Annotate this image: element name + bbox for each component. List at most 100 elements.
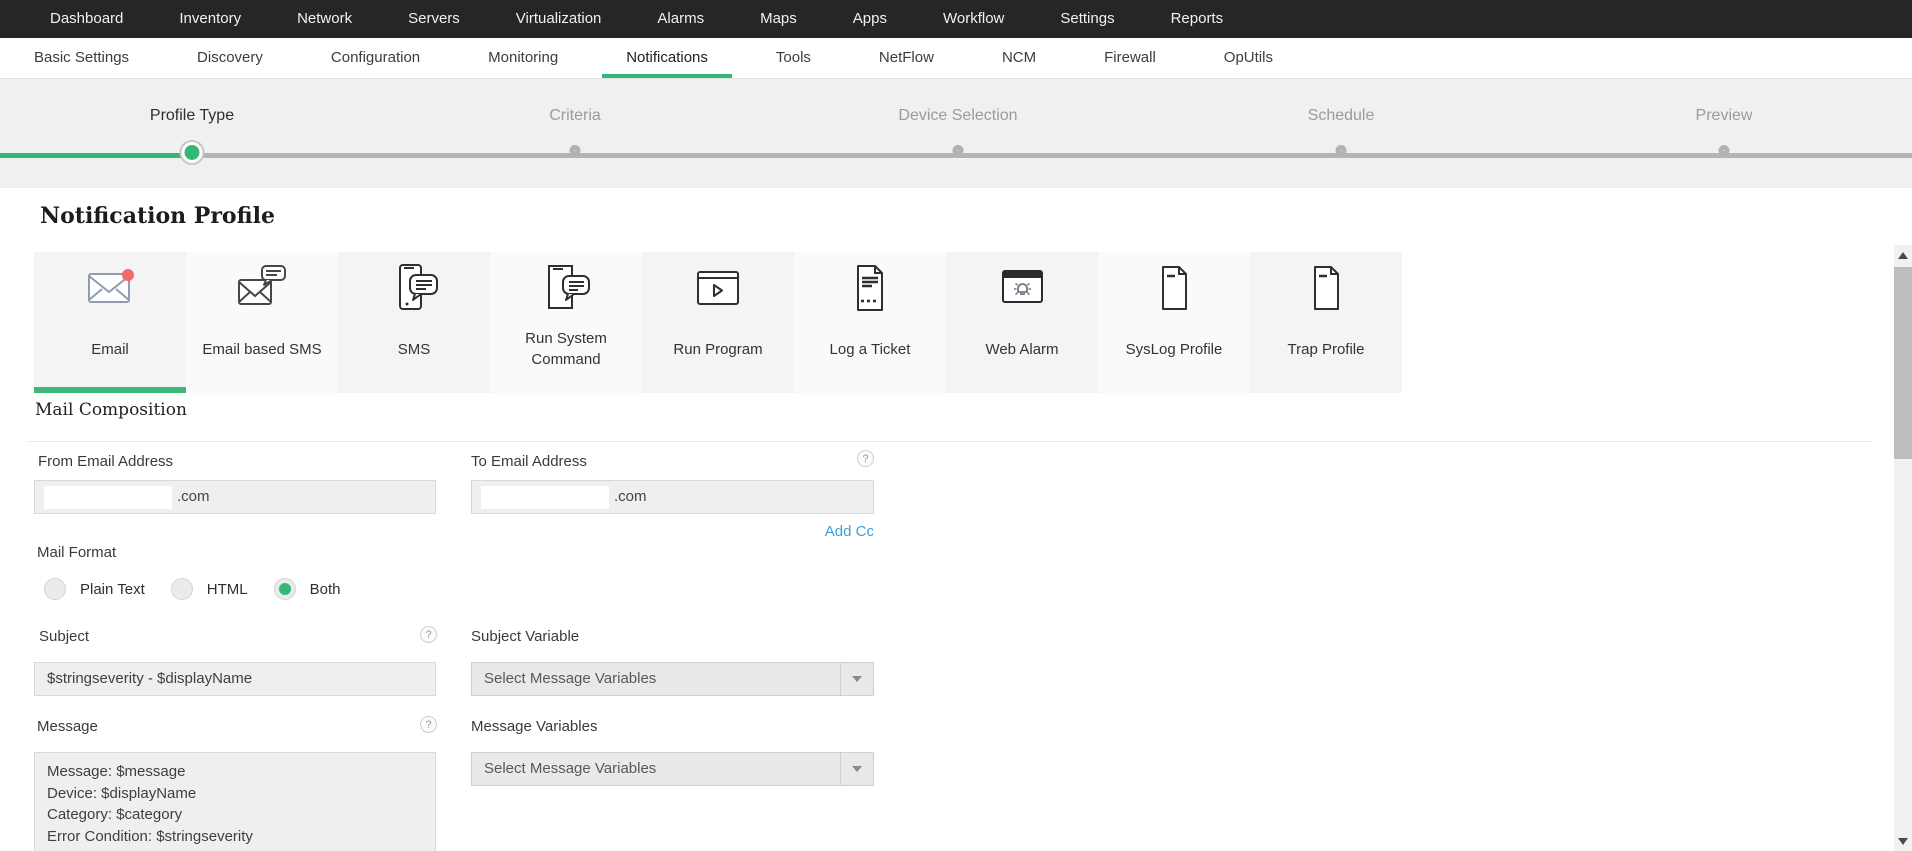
- tile-label: Web Alarm: [985, 340, 1059, 358]
- add-cc-link[interactable]: Add Cc: [471, 523, 874, 540]
- subject-variable-dropdown[interactable]: Select Message Variables: [471, 662, 874, 696]
- syslog-profile-icon: [1098, 260, 1250, 316]
- radio-both[interactable]: [273, 578, 296, 600]
- sub-nav-item-oputils[interactable]: OpUtils: [1190, 38, 1307, 78]
- sub-nav-item-ncm[interactable]: NCM: [968, 38, 1070, 78]
- tile-label: Email: [91, 340, 129, 358]
- sub-nav-item-configuration[interactable]: Configuration: [297, 38, 454, 78]
- message-line: Error Condition: $stringseverity: [47, 827, 253, 845]
- radio-html-label: HTML: [206, 580, 248, 598]
- top-nav-item-workflow[interactable]: Workflow: [915, 0, 1032, 38]
- page-title: Notification Profile: [40, 203, 275, 229]
- subject-input[interactable]: $stringseverity - $displayName: [34, 662, 436, 696]
- redacted-to-email-value: [481, 486, 609, 509]
- message-variables-dropdown[interactable]: Select Message Variables: [471, 752, 874, 786]
- tile-email-based-sms[interactable]: Email based SMS: [186, 252, 338, 393]
- top-nav-item-network[interactable]: Network: [269, 0, 380, 38]
- sub-nav-item-discovery[interactable]: Discovery: [163, 38, 297, 78]
- sub-nav-item-monitoring[interactable]: Monitoring: [454, 38, 592, 78]
- chevron-down-icon[interactable]: [840, 753, 873, 785]
- profile-type-tiles: Email Email based SMS SMS Run System Com…: [34, 252, 1402, 393]
- sub-nav-item-basic-settings[interactable]: Basic Settings: [0, 38, 163, 78]
- top-nav-item-reports[interactable]: Reports: [1143, 0, 1252, 38]
- subject-help-icon[interactable]: ?: [420, 626, 437, 643]
- subject-variable-label: Subject Variable: [471, 628, 580, 645]
- message-help-icon[interactable]: ?: [420, 716, 437, 733]
- run-system-command-icon: [490, 260, 642, 316]
- tile-trap-profile[interactable]: Trap Profile: [1250, 252, 1402, 393]
- sms-icon: [338, 260, 490, 316]
- tile-run-program[interactable]: Run Program: [642, 252, 794, 393]
- step-criteria[interactable]: Criteria: [445, 79, 705, 156]
- step-label: Device Selection: [898, 107, 1018, 124]
- radio-plain-text[interactable]: [44, 578, 66, 600]
- step-dot-icon: [1718, 145, 1730, 156]
- message-variables-label: Message Variables: [471, 718, 598, 735]
- tile-label: Email based SMS: [202, 340, 322, 358]
- message-line: Category: $category: [47, 806, 183, 823]
- tile-label: Log a Ticket: [829, 340, 911, 358]
- to-email-label: To Email Address: [471, 453, 587, 470]
- stepper-progress-line: [0, 153, 192, 158]
- step-device-selection[interactable]: Device Selection: [828, 79, 1088, 156]
- scroll-up-arrow-icon[interactable]: [1894, 247, 1912, 263]
- chevron-down-icon[interactable]: [840, 663, 873, 695]
- radio-plain-text-label: Plain Text: [80, 580, 145, 598]
- radio-html[interactable]: [170, 578, 193, 600]
- step-dot-icon: [952, 145, 964, 156]
- message-textarea[interactable]: Message: $message Device: $displayName C…: [34, 752, 436, 851]
- step-preview[interactable]: Preview: [1594, 79, 1854, 156]
- message-variables-dropdown-value: Select Message Variables: [484, 760, 657, 777]
- message-label: Message: [37, 718, 98, 735]
- step-profile-type[interactable]: Profile Type: [62, 79, 322, 163]
- sub-nav-item-notifications[interactable]: Notifications: [592, 38, 742, 78]
- tile-sms[interactable]: SMS: [338, 252, 490, 393]
- redacted-from-email-value: [44, 486, 172, 509]
- tile-label: SysLog Profile: [1125, 340, 1223, 358]
- to-email-suffix: .com: [614, 488, 647, 505]
- trap-profile-icon: [1250, 260, 1402, 316]
- scrollbar-thumb[interactable]: [1894, 267, 1912, 459]
- notification-profile-page: Dashboard Inventory Network Servers Virt…: [0, 0, 1912, 851]
- message-line: Device: $displayName: [47, 784, 197, 802]
- section-title-mail-composition: Mail Composition: [35, 400, 187, 420]
- vertical-scrollbar[interactable]: [1894, 245, 1912, 851]
- step-schedule[interactable]: Schedule: [1211, 79, 1471, 156]
- message-line: Message: $message: [47, 763, 186, 780]
- subject-label: Subject: [39, 628, 90, 645]
- top-nav-item-inventory[interactable]: Inventory: [151, 0, 269, 38]
- top-nav-item-maps[interactable]: Maps: [732, 0, 825, 38]
- mail-format-label: Mail Format: [37, 544, 117, 561]
- sub-nav-item-netflow[interactable]: NetFlow: [845, 38, 968, 78]
- step-dot-active-icon: [181, 142, 203, 163]
- scroll-down-arrow-icon[interactable]: [1894, 833, 1912, 849]
- step-dot-icon: [1335, 145, 1347, 156]
- mail-format-radio-group: Plain Text HTML Both: [44, 578, 366, 600]
- top-nav-item-dashboard[interactable]: Dashboard: [22, 0, 151, 38]
- top-nav-item-settings[interactable]: Settings: [1032, 0, 1142, 38]
- tile-syslog-profile[interactable]: SysLog Profile: [1098, 252, 1250, 393]
- top-nav-item-apps[interactable]: Apps: [825, 0, 915, 38]
- to-email-help-icon[interactable]: ?: [857, 450, 874, 467]
- from-email-input[interactable]: .com: [34, 480, 436, 514]
- email-icon: [34, 260, 186, 316]
- section-divider: [28, 441, 1872, 442]
- step-label: Criteria: [549, 107, 601, 124]
- tile-label: Trap Profile: [1287, 340, 1365, 358]
- tile-web-alarm[interactable]: Web Alarm: [946, 252, 1098, 393]
- tile-run-system-command[interactable]: Run System Command: [490, 252, 642, 393]
- top-nav: Dashboard Inventory Network Servers Virt…: [0, 0, 1912, 38]
- step-label: Schedule: [1307, 107, 1375, 124]
- sub-nav-item-firewall[interactable]: Firewall: [1070, 38, 1190, 78]
- run-program-icon: [642, 260, 794, 316]
- step-dot-icon: [569, 145, 581, 156]
- tile-log-a-ticket[interactable]: Log a Ticket: [794, 252, 946, 393]
- log-ticket-icon: [794, 260, 946, 316]
- top-nav-item-virtualization[interactable]: Virtualization: [488, 0, 630, 38]
- tile-email[interactable]: Email: [34, 252, 186, 393]
- sub-nav-item-tools[interactable]: Tools: [742, 38, 845, 78]
- to-email-input[interactable]: .com: [471, 480, 874, 514]
- top-nav-item-alarms[interactable]: Alarms: [629, 0, 732, 38]
- top-nav-item-servers[interactable]: Servers: [380, 0, 488, 38]
- subject-variable-dropdown-value: Select Message Variables: [484, 670, 657, 687]
